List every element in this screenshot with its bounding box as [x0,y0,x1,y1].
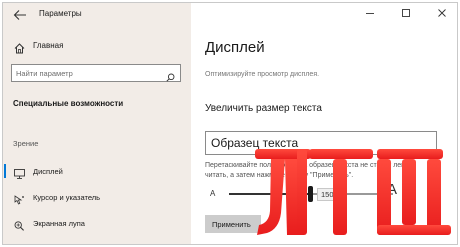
text-size-slider[interactable]: A 150% [205,183,405,205]
sidebar-item-label: Дисплей [33,167,63,176]
page-title: Дисплей [205,39,265,56]
section-title: Специальные возможности [13,99,124,108]
sidebar-item-display[interactable]: Дисплей [3,161,191,181]
monitor-icon [14,166,25,179]
home-icon [14,41,25,54]
group-title: Зрение [13,139,39,148]
sidebar: Параметры Главная Специальные возможност… [3,3,191,244]
slider-track[interactable] [229,186,393,202]
settings-window: Параметры Главная Специальные возможност… [2,2,458,245]
sidebar-item-label: Курсор и указатель [33,193,101,202]
sidebar-item-home[interactable]: Главная [11,40,181,54]
app-title: Параметры [39,9,82,18]
title-bar: Параметры [3,3,191,25]
slider-thumb[interactable] [308,186,313,202]
section-subtitle: Увеличить размер текста [205,103,322,114]
slider-fill [229,193,311,195]
maximize-icon[interactable] [399,6,413,20]
sidebar-item-label: Главная [33,41,64,50]
slider-min-label: A [210,189,216,198]
close-icon[interactable] [435,6,449,20]
back-arrow-icon[interactable] [13,8,27,20]
sidebar-item-cursor[interactable]: Курсор и указатель [3,187,191,207]
active-indicator [4,164,6,178]
sidebar-item-label: Экранная лупа [33,219,85,228]
cursor-icon [14,192,25,205]
page-description: Оптимизируйте просмотр дисплея. [205,71,320,78]
sidebar-item-magnifier[interactable]: Экранная лупа [3,213,191,233]
slider-value-tooltip: 150% [317,188,345,201]
minimize-icon[interactable] [363,6,377,20]
slider-hint: Перетаскивайте ползунок, пока образец те… [205,162,411,179]
sample-text-box: Образец текста [205,131,437,155]
slider-max-label: A [387,181,398,198]
apply-button[interactable]: Применить [205,215,261,233]
magnifier-icon [14,218,25,231]
window-controls [339,3,457,23]
search-icon[interactable] [166,69,175,82]
main-content: Дисплей Оптимизируйте просмотр дисплея. … [191,3,457,244]
sample-text: Образец текста [211,136,299,150]
search-input[interactable] [16,67,156,79]
search-box[interactable] [11,64,181,82]
